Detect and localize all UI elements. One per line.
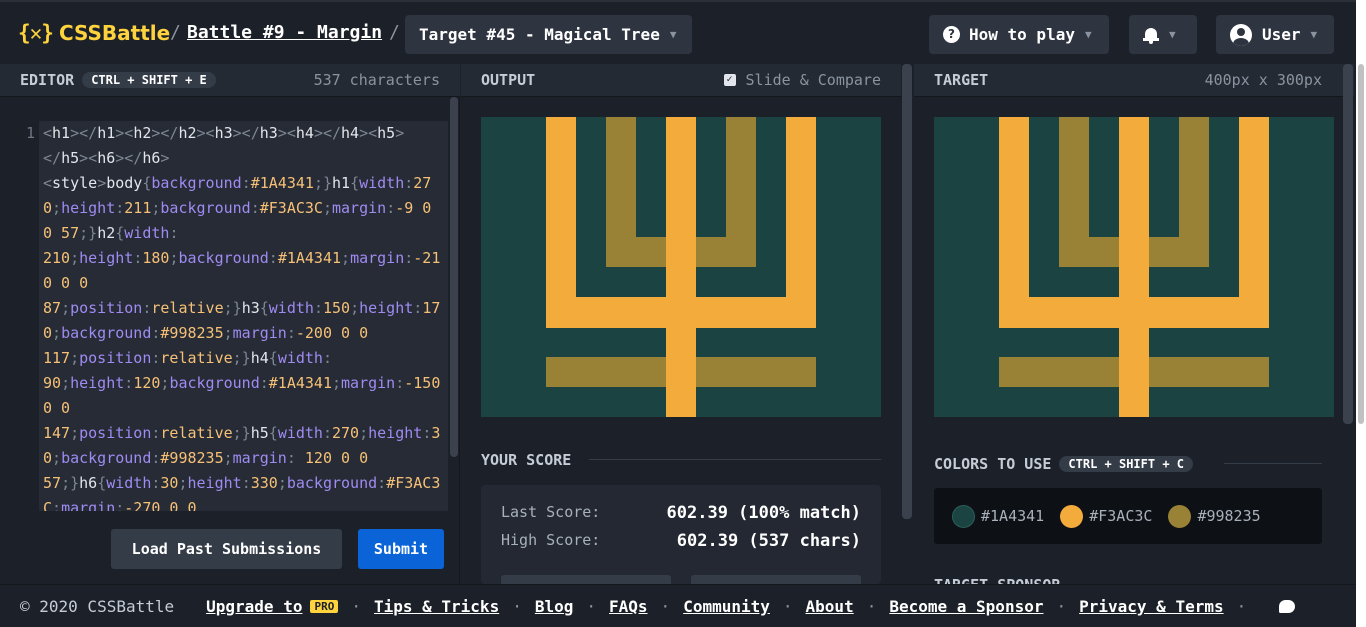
footer-separator: ·: [351, 596, 361, 616]
code-editor[interactable]: <h1></h1><h2></h2><h3></h3><h4></h4><h5>…: [39, 121, 448, 511]
last-score-label: Last Score:: [501, 503, 601, 521]
colors-shortcut: CTRL + SHIFT + C: [1059, 456, 1193, 472]
colors-box: #1A4341 #F3AC3C #998235: [934, 488, 1322, 544]
last-score-row: Last Score: 602.39 (100% match): [501, 503, 861, 523]
footer-separator: ·: [1056, 596, 1067, 616]
color-dot-icon: [952, 504, 975, 528]
chevron-down-icon: ▼: [1310, 28, 1318, 41]
footer-separator: ·: [782, 596, 793, 616]
color-swatch[interactable]: #F3AC3C: [1060, 504, 1153, 528]
slide-compare-label: Slide & Compare: [745, 71, 881, 89]
user-menu[interactable]: User ▼: [1216, 15, 1334, 54]
breadcrumb-separator: /: [170, 22, 181, 43]
output-panel: YOUR SCORE Last Score: 602.39 (100% matc…: [461, 97, 901, 587]
editor-scrollbar[interactable]: [450, 97, 458, 457]
colors-title: COLORS TO USE: [934, 455, 1052, 473]
load-past-submissions-button[interactable]: Load Past Submissions: [111, 529, 342, 569]
output-canvas[interactable]: [481, 117, 881, 417]
footer-separator: ·: [1236, 596, 1247, 616]
target-header: TARGET 400px x 300px: [914, 64, 1354, 97]
top-bar: {✕} CSSBattle / Battle #9 - Margin / Tar…: [0, 0, 1366, 64]
score-title: YOUR SCORE: [481, 451, 572, 469]
color-swatch[interactable]: #1A4341: [952, 504, 1045, 528]
color-code: #F3AC3C: [1089, 507, 1153, 525]
footer: © 2020 CSSBattle Upgrade to PRO · Tips & …: [0, 584, 1366, 627]
copyright: © 2020 CSSBattle: [20, 596, 175, 616]
tips-link[interactable]: Tips & Tricks: [374, 597, 499, 616]
pro-badge: PRO: [310, 599, 339, 613]
page-scrollbar[interactable]: [1343, 64, 1353, 424]
line-number: 1: [26, 124, 36, 142]
score-box: Last Score: 602.39 (100% match) High Sco…: [481, 485, 881, 587]
editor-shortcut: CTRL + SHIFT + E: [82, 72, 216, 88]
browser-scrollbar-thumb[interactable]: [1358, 64, 1364, 424]
color-swatch[interactable]: #998235: [1168, 504, 1261, 528]
target-shape: [1119, 117, 1149, 417]
divider: [589, 459, 881, 460]
editor-title: EDITOR: [20, 71, 75, 89]
upgrade-link[interactable]: Upgrade to: [206, 597, 302, 616]
color-dot-icon: [1060, 504, 1084, 528]
colors-header: COLORS TO USE CTRL + SHIFT + C: [934, 455, 1193, 473]
color-code: #998235: [1197, 507, 1261, 525]
chevron-down-icon: ▼: [1084, 28, 1092, 41]
browser-scrollbar[interactable]: [1356, 0, 1366, 627]
target-size: 400px x 300px: [1204, 71, 1322, 89]
high-score-row: High Score: 602.39 (537 chars): [501, 531, 861, 551]
output-title: OUTPUT: [481, 71, 536, 89]
logo-icon: {✕}: [18, 21, 54, 45]
user-name: User: [1262, 25, 1301, 44]
high-score-value: 602.39 (537 chars): [676, 531, 861, 551]
breadcrumb-separator: /: [389, 22, 400, 43]
how-to-play-label: How to play: [969, 25, 1075, 44]
submit-button[interactable]: Submit: [358, 529, 444, 569]
notifications-button[interactable]: ▼: [1129, 15, 1197, 54]
logo-text: CSSBattle: [58, 21, 171, 45]
chevron-down-icon: ▼: [1169, 28, 1176, 41]
target-panel: COLORS TO USE CTRL + SHIFT + C #1A4341 #…: [914, 97, 1354, 586]
how-to-play-button[interactable]: ? How to play ▼: [929, 15, 1109, 54]
footer-separator: ·: [512, 596, 522, 616]
slide-compare-toggle[interactable]: ✓ Slide & Compare: [723, 71, 881, 89]
high-score-label: High Score:: [501, 531, 601, 549]
footer-separator: ·: [586, 596, 597, 616]
shape-h6: [666, 117, 696, 417]
editor-header: EDITOR CTRL + SHIFT + E 537 characters: [0, 64, 460, 97]
faqs-link[interactable]: FAQs: [609, 597, 648, 616]
target-select[interactable]: Target #45 - Magical Tree ▼: [405, 15, 692, 54]
checkbox-icon[interactable]: ✓: [723, 74, 736, 86]
target-select-label: Target #45 - Magical Tree: [419, 25, 660, 44]
footer-separator: ·: [660, 596, 671, 616]
upgrade-link-wrap[interactable]: Upgrade to PRO: [206, 597, 339, 616]
blog-link[interactable]: Blog: [535, 597, 574, 616]
battle-link[interactable]: Battle #9 - Margin: [187, 22, 382, 43]
editor-panel: 1 <h1></h1><h2></h2><h3></h3><h4></h4><h…: [0, 97, 460, 584]
twitter-icon[interactable]: [1279, 599, 1296, 613]
output-scrollbar[interactable]: [902, 64, 912, 519]
privacy-link[interactable]: Privacy & Terms: [1079, 597, 1224, 616]
divider: [1224, 463, 1322, 464]
last-score-value: 602.39 (100% match): [666, 503, 861, 523]
help-icon: ?: [943, 26, 960, 43]
sponsor-link[interactable]: Become a Sponsor: [889, 597, 1043, 616]
bell-icon: [1143, 27, 1159, 44]
color-code: #1A4341: [981, 507, 1045, 525]
color-dot-icon: [1168, 504, 1192, 528]
about-link[interactable]: About: [806, 597, 854, 616]
output-header: OUTPUT ✓ Slide & Compare: [461, 64, 901, 97]
user-avatar-icon: [1230, 23, 1252, 46]
footer-separator: ·: [866, 596, 877, 616]
logo[interactable]: {✕} CSSBattle: [18, 21, 170, 45]
chevron-down-icon: ▼: [669, 28, 677, 41]
community-link[interactable]: Community: [683, 597, 770, 616]
char-count: 537 characters: [313, 71, 440, 89]
target-title: TARGET: [934, 71, 989, 89]
target-canvas: [934, 117, 1334, 417]
